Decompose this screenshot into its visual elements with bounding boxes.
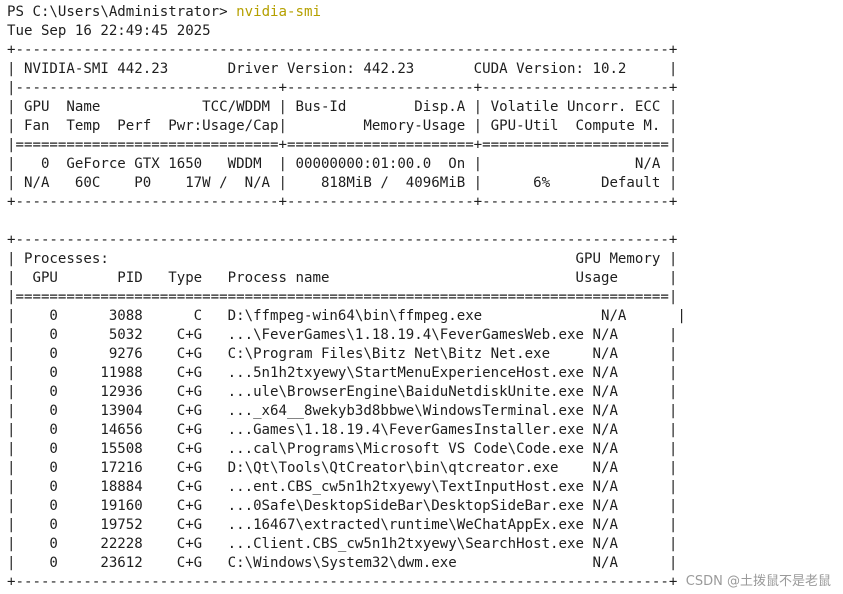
process-row: | 0 19752 C+G ...16467\extracted\runtime…: [7, 517, 678, 533]
command-text: nvidia-smi: [236, 4, 321, 20]
smi-header-line-2: | Fan Temp Perf Pwr:Usage/Cap| Memory-Us…: [7, 118, 678, 134]
process-row: | 0 5032 C+G ...\FeverGames\1.18.19.4\Fe…: [7, 327, 678, 343]
smi-header-line-1: | GPU Name TCC/WDDM | Bus-Id Disp.A | Vo…: [7, 99, 678, 115]
process-row: | 0 18884 C+G ...ent.CBS_cw5n1h2txyewy\T…: [7, 479, 678, 495]
smi-gpu-border-bottom: +-------------------------------+-------…: [7, 194, 678, 210]
processes-header-divider: |=======================================…: [7, 289, 678, 305]
process-row: | 0 14656 C+G ...Games\1.18.19.4\FeverGa…: [7, 422, 678, 438]
prompt-text: PS C:\Users\Administrator>: [7, 4, 237, 20]
process-row: | 0 12936 C+G ...ule\BrowserEngine\Baidu…: [7, 384, 678, 400]
smi-header-divider: |===============================+=======…: [7, 137, 678, 153]
process-row: | 0 3088 C D:\ffmpeg-win64\bin\ffmpeg.ex…: [7, 308, 686, 324]
smi-gpu-row-1: | 0 GeForce GTX 1650 WDDM | 00000000:01:…: [7, 156, 678, 172]
processes-border-top: +---------------------------------------…: [7, 232, 678, 248]
process-row: | 0 9276 C+G C:\Program Files\Bitz Net\B…: [7, 346, 678, 362]
watermark: CSDN @土拨鼠不是老鼠: [685, 574, 831, 589]
process-row: | 0 11988 C+G ...5n1h2txyewy\StartMenuEx…: [7, 365, 678, 381]
process-row: | 0 15508 C+G ...cal\Programs\Microsoft …: [7, 441, 678, 457]
processes-title-line: | Processes: GPU Memory |: [7, 251, 678, 267]
process-row: | 0 22228 C+G ...Client.CBS_cw5n1h2txyew…: [7, 536, 678, 552]
processes-header-line: | GPU PID Type Process name Usage |: [7, 270, 678, 286]
process-row: | 0 19160 C+G ...0Safe\DesktopSideBar\De…: [7, 498, 678, 514]
process-row: | 0 13904 C+G ..._x64__8wekyb3d8bbwe\Win…: [7, 403, 678, 419]
prompt-line: PS C:\Users\Administrator> nvidia-smi: [7, 3, 843, 22]
smi-border-top: +---------------------------------------…: [7, 42, 678, 58]
smi-version-line: | NVIDIA-SMI 442.23 Driver Version: 442.…: [7, 61, 678, 77]
smi-separator: |-------------------------------+-------…: [7, 80, 678, 96]
smi-gpu-row-2: | N/A 60C P0 17W / N/A | 818MiB / 4096Mi…: [7, 175, 678, 191]
terminal-window[interactable]: PS C:\Users\Administrator> nvidia-smi Tu…: [0, 0, 843, 594]
process-row: | 0 17216 C+G D:\Qt\Tools\QtCreator\bin\…: [7, 460, 678, 476]
timestamp-line: Tue Sep 16 22:49:45 2025: [7, 23, 211, 39]
